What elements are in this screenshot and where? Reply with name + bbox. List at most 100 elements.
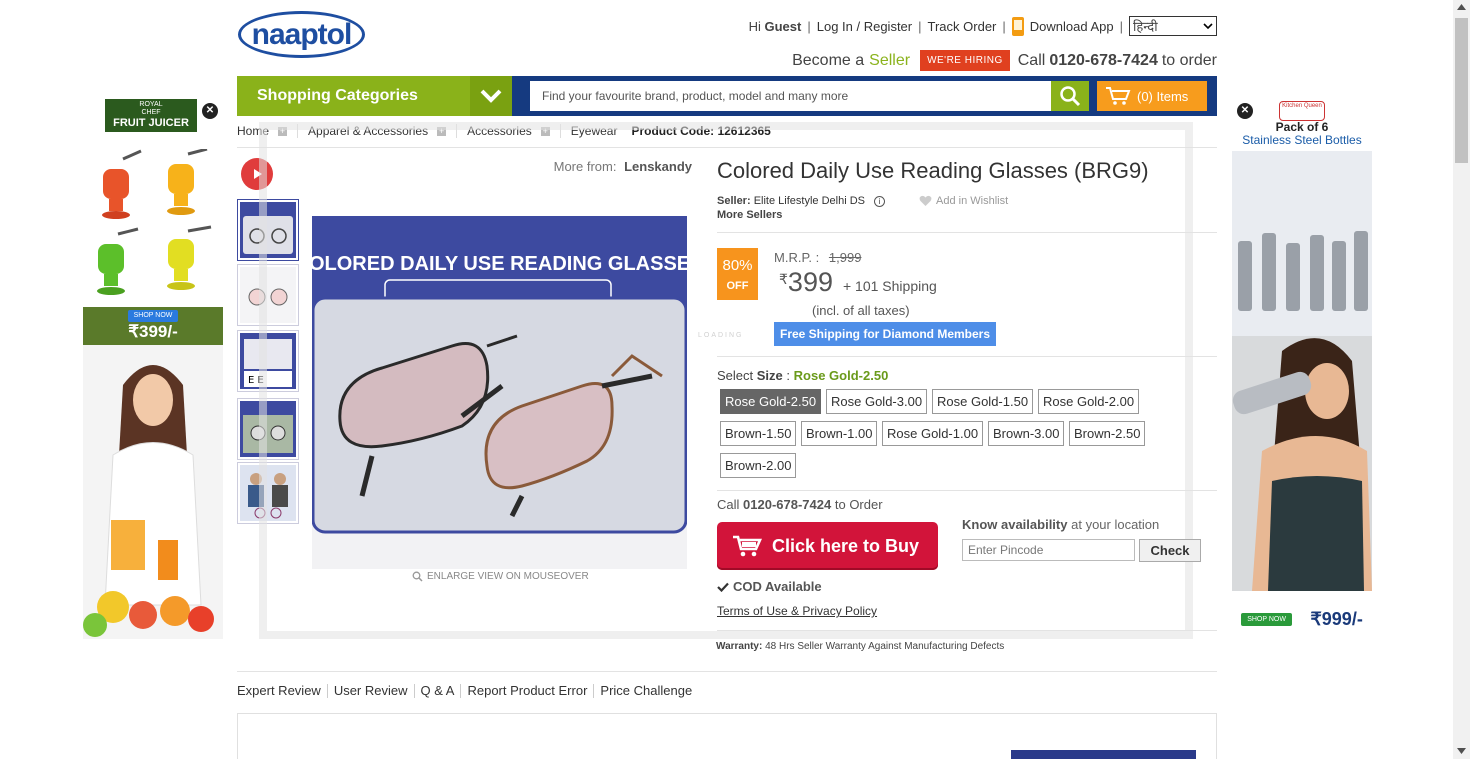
offer-price: 399 — [787, 267, 833, 297]
brand-link[interactable]: Lenskandy — [624, 159, 692, 174]
divider — [456, 124, 458, 138]
terms-link[interactable]: Terms of Use & Privacy Policy — [717, 604, 877, 618]
become-seller-link[interactable]: Seller — [869, 52, 910, 70]
search-button[interactable] — [1051, 81, 1089, 111]
ad-brand-logo: Kitchen Queen — [1279, 101, 1325, 121]
scroll-down-arrow-icon[interactable] — [1457, 748, 1466, 754]
availability-rest: at your location — [1071, 517, 1160, 532]
image-heading: COLORED DAILY USE READING GLASSES — [312, 253, 687, 275]
divider — [237, 147, 1217, 148]
tab-expert-review[interactable]: Expert Review — [237, 683, 321, 698]
breadcrumb-eyewear[interactable]: Eyewear — [571, 124, 618, 138]
search-input[interactable]: Find your favourite brand, product, mode… — [530, 81, 1051, 111]
divider — [460, 683, 462, 698]
size-option[interactable]: Brown-2.00 — [720, 453, 797, 478]
size-option[interactable]: Rose Gold-3.00 — [826, 389, 928, 414]
size-option[interactable]: Rose Gold-1.00 — [882, 421, 984, 446]
track-order-link[interactable]: Track Order — [928, 19, 997, 34]
language-select[interactable]: हिन्दी — [1129, 16, 1217, 36]
main-product-image[interactable]: COLORED DAILY USE READING GLASSES — [295, 216, 703, 569]
seller-name-link[interactable]: Elite Lifestyle Delhi DS — [754, 195, 865, 207]
divider: | — [807, 18, 811, 34]
scroll-up-arrow-icon[interactable] — [1457, 4, 1466, 10]
language-selected: हिन्दी — [1133, 20, 1158, 35]
divider — [413, 683, 415, 698]
ad-shop-now: SHOP NOW — [1241, 612, 1292, 626]
categories-toggle[interactable] — [470, 76, 512, 116]
ad-price: ₹399/- — [128, 322, 178, 341]
scrollbar-thumb[interactable] — [1455, 18, 1468, 163]
size-option[interactable]: Rose Gold-2.50 — [720, 389, 822, 414]
svg-text:E E: E E — [248, 375, 264, 386]
divider — [237, 671, 1217, 672]
naaptol-logo[interactable]: naaptol — [238, 11, 365, 58]
close-ad-icon[interactable]: ✕ — [1237, 103, 1253, 119]
login-register-link[interactable]: Log In / Register — [817, 19, 912, 34]
select-text: Select — [717, 368, 754, 383]
size-option[interactable]: Rose Gold-1.50 — [932, 389, 1034, 414]
thumbnail-image: E E — [240, 333, 296, 389]
thumbnail-image — [240, 267, 296, 323]
cart-icon — [733, 535, 762, 557]
left-ad-banner[interactable]: ROYAL CHEF FRUIT JUICER SHOP NOW ₹399/- — [83, 99, 223, 639]
tab-q-and-a[interactable]: Q & A — [421, 683, 455, 698]
more-from-label: More from: — [553, 159, 617, 174]
thumbnail-2[interactable] — [237, 264, 299, 326]
top-nav: Hi Guest | Log In / Register | Track Ord… — [749, 16, 1217, 36]
expand-icon[interactable]: + — [540, 126, 550, 136]
thumbnail-4[interactable] — [237, 398, 299, 460]
ad-brand-line: ROYAL — [139, 101, 163, 108]
breadcrumb: Home + Apparel & Accessories + Accessori… — [237, 124, 771, 138]
availability-bold: Know availability — [962, 517, 1068, 532]
taxes-note: (incl. of all taxes) — [812, 303, 910, 318]
buy-button[interactable]: Click here to Buy — [717, 522, 938, 570]
product-code: Product Code: 12612365 — [631, 124, 771, 138]
expand-icon[interactable]: + — [278, 126, 288, 136]
more-from: More from: Lenskandy — [554, 159, 692, 174]
tab-user-review[interactable]: User Review — [334, 683, 408, 698]
free-shipping-badge[interactable]: Free Shipping for Diamond Members — [774, 322, 996, 346]
size-option[interactable]: Brown-1.50 — [720, 421, 797, 446]
mrp-label: M.R.P. : — [774, 250, 820, 265]
mobile-phone-icon — [1011, 16, 1024, 36]
breadcrumb-home[interactable]: Home — [237, 124, 269, 138]
cart-count: (0) Items — [1137, 88, 1189, 104]
check-pincode-button[interactable]: Check — [1139, 539, 1201, 562]
expand-icon[interactable]: + — [437, 126, 447, 136]
size-option[interactable]: Rose Gold-2.00 — [1038, 389, 1140, 414]
shopping-categories-button[interactable]: Shopping Categories — [237, 76, 470, 116]
divider — [326, 683, 328, 698]
buy-button-label: Click here to Buy — [772, 535, 920, 556]
ad-price: ₹999/- — [1310, 608, 1363, 629]
thumbnail-3[interactable]: E E — [237, 330, 299, 392]
hiring-badge[interactable]: WE'RE HIRING — [920, 50, 1010, 71]
tab-report-error[interactable]: Report Product Error — [467, 683, 587, 698]
logo-text: naaptol — [251, 17, 353, 51]
divider — [717, 356, 1217, 357]
download-app-link[interactable]: Download App — [1030, 19, 1114, 34]
right-ad-banner[interactable]: Kitchen Queen Pack of 6 Stainless Steel … — [1232, 99, 1372, 639]
close-ad-icon[interactable]: ✕ — [202, 103, 218, 119]
divider: | — [1119, 18, 1123, 34]
divider — [717, 232, 1217, 233]
size-option[interactable]: Brown-1.00 — [801, 421, 878, 446]
price-row: ₹ 399 + 101 Shipping — [779, 267, 937, 298]
more-sellers-link[interactable]: More Sellers — [717, 209, 782, 221]
info-icon[interactable]: i — [874, 196, 886, 207]
breadcrumb-accessories[interactable]: Accessories — [467, 124, 532, 138]
breadcrumb-apparel[interactable]: Apparel & Accessories — [308, 124, 428, 138]
tab-price-challenge[interactable]: Price Challenge — [600, 683, 692, 698]
warranty-text: 48 Hrs Seller Warranty Against Manufactu… — [765, 641, 1005, 652]
discount-off: OFF — [726, 280, 749, 292]
ad-header: Kitchen Queen Pack of 6 Stainless Steel … — [1232, 99, 1372, 151]
size-option[interactable]: Brown-2.50 — [1069, 421, 1146, 446]
pincode-input[interactable]: Enter Pincode — [962, 539, 1135, 561]
play-video-button[interactable] — [241, 158, 273, 190]
product-tabs: Expert Review User Review Q & A Report P… — [237, 683, 692, 698]
cart-button[interactable]: (0) Items — [1097, 81, 1207, 111]
size-option[interactable]: Brown-3.00 — [988, 421, 1065, 446]
add-to-wishlist[interactable]: Add in Wishlist — [919, 195, 1008, 207]
ad-price-strip: SHOP NOW ₹999/- — [1232, 599, 1372, 639]
thumbnail-5[interactable] — [237, 462, 299, 524]
thumbnail-1[interactable] — [237, 199, 299, 261]
